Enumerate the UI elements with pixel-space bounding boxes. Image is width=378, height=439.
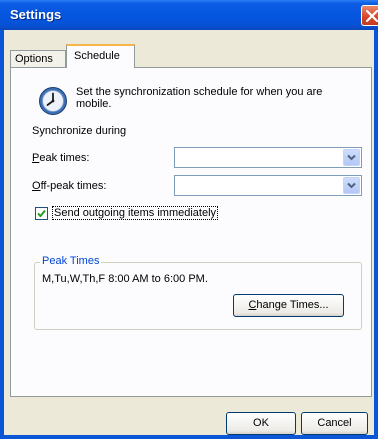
tab-options-label: Options [15, 53, 53, 65]
tab-options[interactable]: Options [10, 50, 66, 68]
ok-button[interactable]: OK [226, 412, 296, 435]
title-bar[interactable]: Settings [0, 0, 378, 30]
peak-times-dropdown[interactable] [174, 147, 362, 168]
cancel-button[interactable]: Cancel [301, 412, 368, 435]
peak-times-label: Peak times: [32, 152, 90, 164]
off-peak-times-label: Off-peak times: [32, 180, 107, 192]
send-immediately-checkbox[interactable] [35, 207, 48, 220]
close-icon [366, 10, 378, 22]
tab-schedule[interactable]: Schedule [66, 44, 135, 68]
change-times-button[interactable]: Change Times... [233, 294, 344, 317]
schedule-intro-text: Set the synchronization schedule for whe… [76, 86, 323, 110]
peak-times-group-title: Peak Times [40, 255, 102, 267]
synchronize-during-label: Synchronize during [32, 125, 127, 137]
window-title: Settings [10, 7, 62, 22]
close-button[interactable] [361, 5, 378, 26]
checkmark-icon [37, 209, 46, 218]
schedule-panel [10, 67, 372, 397]
clock-icon [39, 87, 67, 115]
dropdown-arrow-icon [347, 154, 356, 161]
peak-schedule-text: M,Tu,W,Th,F 8:00 AM to 6:00 PM. [42, 273, 208, 285]
off-peak-times-dropdown[interactable] [174, 175, 362, 196]
off-peak-times-dropdown-button[interactable] [343, 177, 360, 194]
peak-times-dropdown-button[interactable] [343, 149, 360, 166]
send-immediately-label[interactable]: Send outgoing items immediately [52, 206, 219, 220]
tab-schedule-label: Schedule [74, 50, 120, 62]
dropdown-arrow-icon [347, 182, 356, 189]
